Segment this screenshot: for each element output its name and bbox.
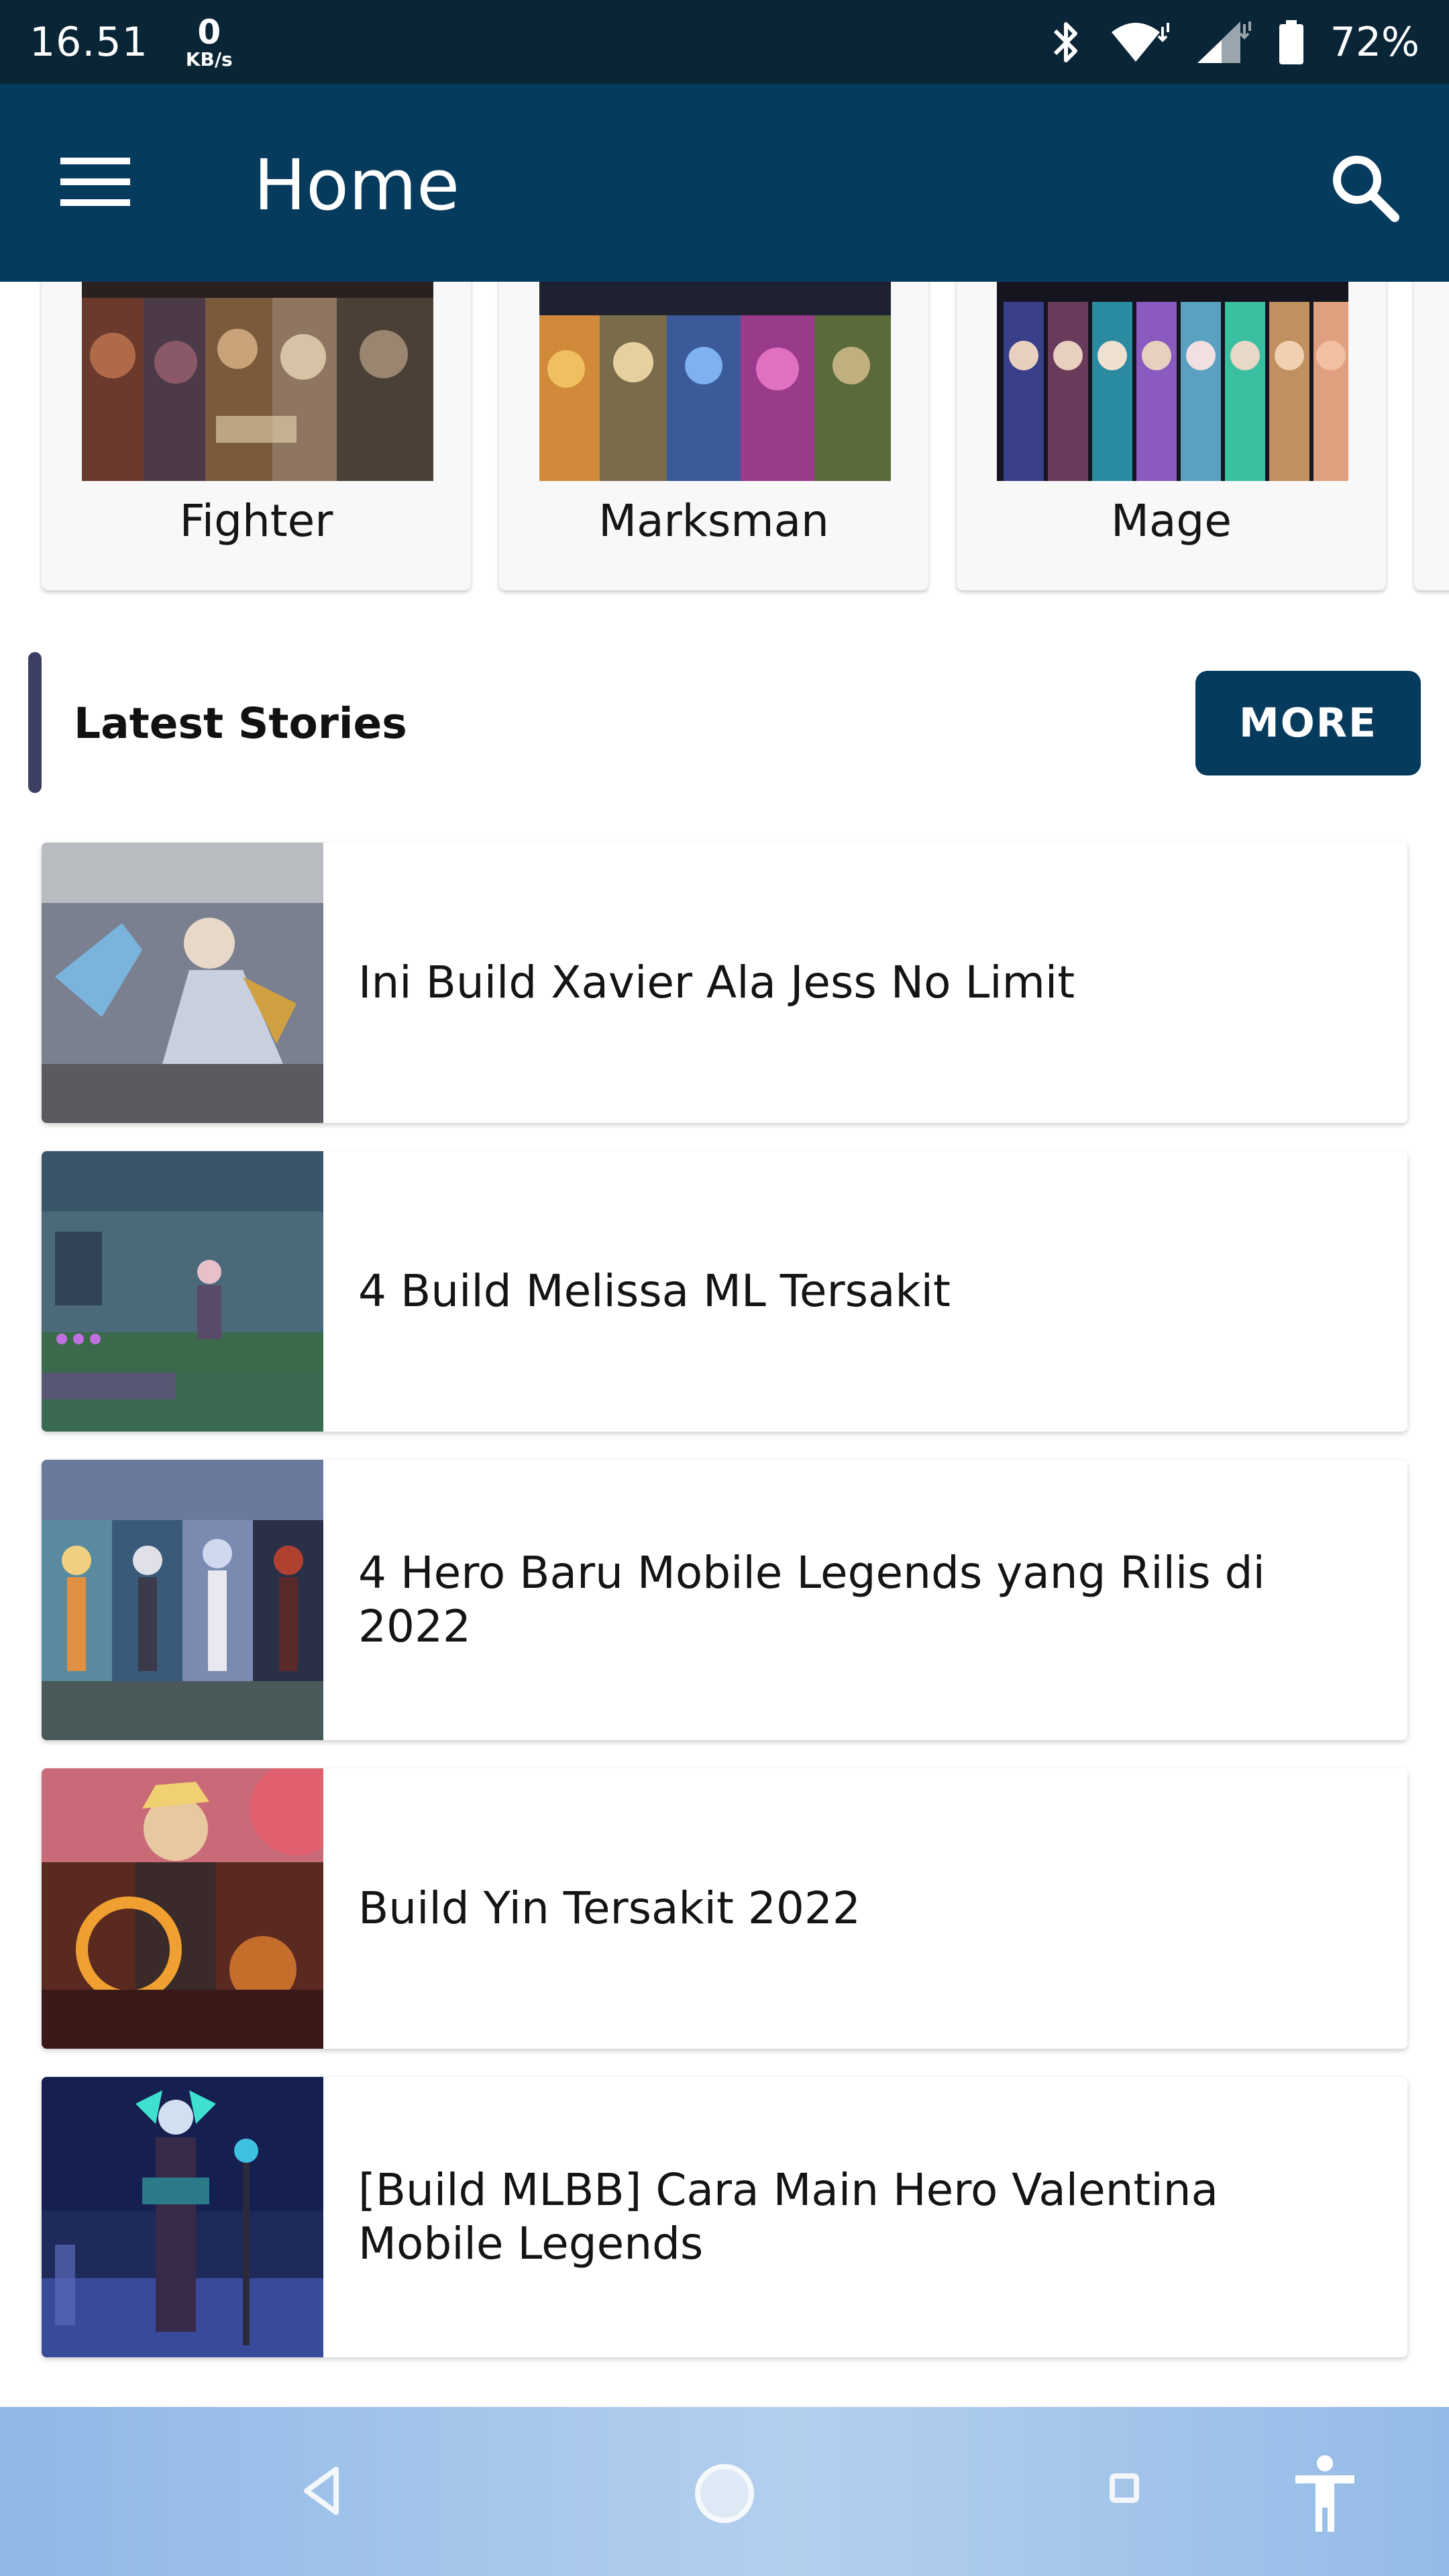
search-button[interactable] — [1325, 148, 1405, 228]
category-card-fighter[interactable]: Fighter — [42, 282, 471, 590]
category-card-mage[interactable]: Mage — [957, 282, 1386, 590]
story-item[interactable]: 4 Hero Baru Mobile Legends yang Rilis di… — [42, 1460, 1407, 1740]
wifi-icon — [1109, 19, 1171, 66]
story-title: Build Yin Tersakit 2022 — [358, 1882, 861, 1934]
story-item[interactable]: 4 Build Melissa ML Tersakit — [42, 1151, 1407, 1432]
back-button[interactable] — [299, 2464, 345, 2520]
network-speed-unit: KB/s — [185, 48, 233, 70]
section-accent-bar — [28, 652, 42, 793]
status-time: 16.51 — [30, 18, 148, 66]
category-image — [82, 282, 433, 481]
accessibility-button[interactable] — [1291, 2454, 1358, 2537]
search-icon — [1333, 156, 1399, 222]
home-icon — [695, 2464, 754, 2523]
story-title: 4 Build Melissa ML Tersakit — [358, 1265, 951, 1317]
menu-button[interactable] — [60, 158, 134, 211]
recents-icon — [1110, 2473, 1139, 2503]
more-button[interactable]: MORE — [1195, 671, 1421, 775]
category-label: Mage — [1111, 495, 1232, 547]
category-label: Fighter — [179, 495, 333, 547]
category-carousel[interactable]: Fighter Marksman Mage — [0, 282, 1449, 597]
page-title: Home — [254, 144, 460, 226]
system-nav-bar — [0, 2407, 1449, 2576]
story-title: 4 Hero Baru Mobile Legends yang Rilis di… — [358, 1547, 1265, 1652]
section-title: Latest Stories — [74, 699, 407, 748]
recents-button[interactable] — [1107, 2471, 1142, 2508]
app-bar: Home — [0, 84, 1449, 282]
menu-icon — [60, 158, 134, 206]
story-title: [Build MLBB] Cara Main Hero Valentina Mo… — [358, 2164, 1219, 2269]
battery-icon — [1277, 19, 1306, 66]
network-speed-value: 0 — [197, 12, 221, 52]
category-label: Marksman — [598, 495, 829, 547]
story-thumbnail — [42, 1151, 323, 1432]
story-title: Ini Build Xavier Ala Jess No Limit — [358, 957, 1075, 1008]
signal-icon — [1195, 19, 1252, 66]
status-bar: 16.51 0 KB/s 72% — [0, 0, 1449, 84]
story-item[interactable]: [Build MLBB] Cara Main Hero Valentina Mo… — [42, 2077, 1407, 2357]
status-left: 16.51 0 KB/s — [30, 15, 233, 69]
story-thumbnail — [42, 2077, 323, 2357]
story-thumbnail — [42, 843, 323, 1123]
story-item[interactable]: Build Yin Tersakit 2022 — [42, 1768, 1407, 2049]
status-right: 72% — [1047, 19, 1419, 66]
category-card-marksman[interactable]: Marksman — [499, 282, 928, 590]
story-thumbnail — [42, 1768, 323, 2049]
home-button[interactable] — [693, 2462, 756, 2528]
story-thumbnail — [42, 1460, 323, 1740]
back-icon — [304, 2467, 339, 2515]
accessibility-icon — [1295, 2455, 1354, 2532]
network-speed: 0 KB/s — [186, 15, 233, 69]
story-item[interactable]: Ini Build Xavier Ala Jess No Limit — [42, 843, 1407, 1123]
category-image — [539, 282, 891, 481]
battery-percent: 72% — [1330, 18, 1419, 66]
category-image — [997, 282, 1348, 481]
category-card-next[interactable] — [1414, 282, 1449, 590]
bluetooth-icon — [1047, 19, 1085, 66]
